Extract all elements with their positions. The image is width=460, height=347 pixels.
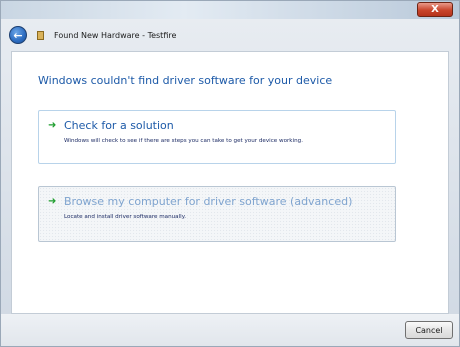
nav-bar: ← Found New Hardware - Testfire (1, 19, 459, 51)
dialog-window: X ← Found New Hardware - Testfire Window… (0, 0, 460, 347)
browse-computer-option[interactable]: ➜ Browse my computer for driver software… (38, 186, 396, 242)
option-title: Check for a solution (64, 119, 174, 132)
green-arrow-icon: ➜ (48, 120, 57, 131)
window-title: Found New Hardware - Testfire (54, 30, 177, 40)
footer-bar: Cancel (1, 314, 459, 346)
close-button[interactable]: X (417, 2, 453, 17)
arrow-left-icon: ← (13, 28, 23, 42)
option-description: Windows will check to see if there are s… (64, 138, 303, 144)
back-button[interactable]: ← (9, 26, 27, 44)
hardware-icon (37, 30, 44, 40)
cancel-button[interactable]: Cancel (405, 321, 453, 339)
close-icon: X (431, 4, 439, 15)
green-arrow-icon: ➜ (48, 196, 57, 207)
title-bar[interactable]: X (1, 1, 459, 19)
option-description: Locate and install driver software manua… (64, 214, 187, 220)
option-title: Browse my computer for driver software (… (64, 195, 353, 208)
page-heading: Windows couldn't find driver software fo… (38, 74, 333, 87)
check-solution-option[interactable]: ➜ Check for a solution Windows will chec… (38, 110, 396, 164)
wizard-content: Windows couldn't find driver software fo… (11, 51, 449, 314)
